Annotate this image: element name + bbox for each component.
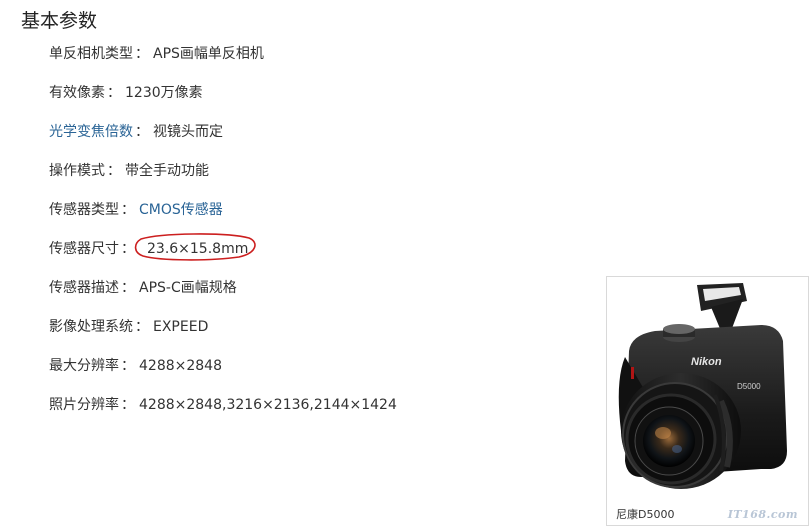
param-row-image-processor: 影像处理系统： EXPEED [49,315,397,354]
param-label: 传感器尺寸 [49,241,119,257]
product-photo-card[interactable]: Nikon D5000 IT168.com 尼康D5000 [606,276,809,526]
param-separator: ： [121,241,135,257]
param-separator: ： [107,85,121,101]
param-value: 23.6×15.8mm [147,241,249,257]
watermark-text: IT168.com [727,508,798,521]
param-separator: ： [135,46,149,62]
param-row-camera-type: 单反相机类型： APS画幅单反相机 [49,42,397,81]
param-value: APS画幅单反相机 [153,46,264,62]
param-row-sensor-size: 传感器尺寸： 23.6×15.8mm [49,233,397,276]
page: 基本参数 单反相机类型： APS画幅单反相机 有效像素： 1230万像素 光学变焦倍… [0,0,811,532]
param-row-sensor-type: 传感器类型： CMOS传感器 [49,198,397,237]
param-value: APS-C画幅规格 [139,280,237,296]
camera-photo[interactable]: Nikon D5000 [611,281,804,499]
camera-brand-label: Nikon [691,356,722,368]
param-separator: ： [135,124,149,140]
camera-image: Nikon D5000 [618,283,787,489]
section-title: 基本参数 [21,10,98,32]
camera-model-label: D5000 [737,382,761,391]
sensor-size-highlight: 23.6×15.8mm [134,233,256,261]
cmos-sensor-link[interactable]: CMOS传感器 [139,202,223,218]
param-label: 最大分辨率 [49,358,119,374]
param-label: 传感器描述 [49,280,119,296]
param-row-effective-pixels: 有效像素： 1230万像素 [49,81,397,120]
param-value: EXPEED [153,319,209,335]
param-row-sensor-desc: 传感器描述： APS-C画幅规格 [49,276,397,315]
param-value: 1230万像素 [125,85,203,101]
param-row-optical-zoom: 光学变焦倍数：视镜头而定 [49,120,397,159]
param-separator: ： [121,280,135,296]
param-row-photo-resolution: 照片分辨率： 4288×2848,3216×2136,2144×1424 [49,393,397,432]
param-separator: ： [121,358,135,374]
param-value: 视镜头而定 [153,124,223,140]
param-label: 传感器类型 [49,202,119,218]
param-value: 带全手动功能 [125,163,209,179]
param-value: 4288×2848 [139,358,222,374]
param-label: 操作模式 [49,163,105,179]
optical-zoom-link[interactable]: 光学变焦倍数 [49,124,133,140]
param-separator: ： [121,397,135,413]
params-list: 单反相机类型： APS画幅单反相机 有效像素： 1230万像素 光学变焦倍数：视镜头… [49,42,397,432]
param-label: 有效像素 [49,85,105,101]
param-separator: ： [121,202,135,218]
param-separator: ： [107,163,121,179]
photo-caption: 尼康D5000 [616,508,675,521]
param-label: 单反相机类型 [49,46,133,62]
param-label: 照片分辨率 [49,397,119,413]
param-row-max-resolution: 最大分辨率： 4288×2848 [49,354,397,393]
param-value: 4288×2848,3216×2136,2144×1424 [139,397,397,413]
param-label: 影像处理系统 [49,319,133,335]
param-separator: ： [135,319,149,335]
param-row-operation-mode: 操作模式：带全手动功能 [49,159,397,198]
